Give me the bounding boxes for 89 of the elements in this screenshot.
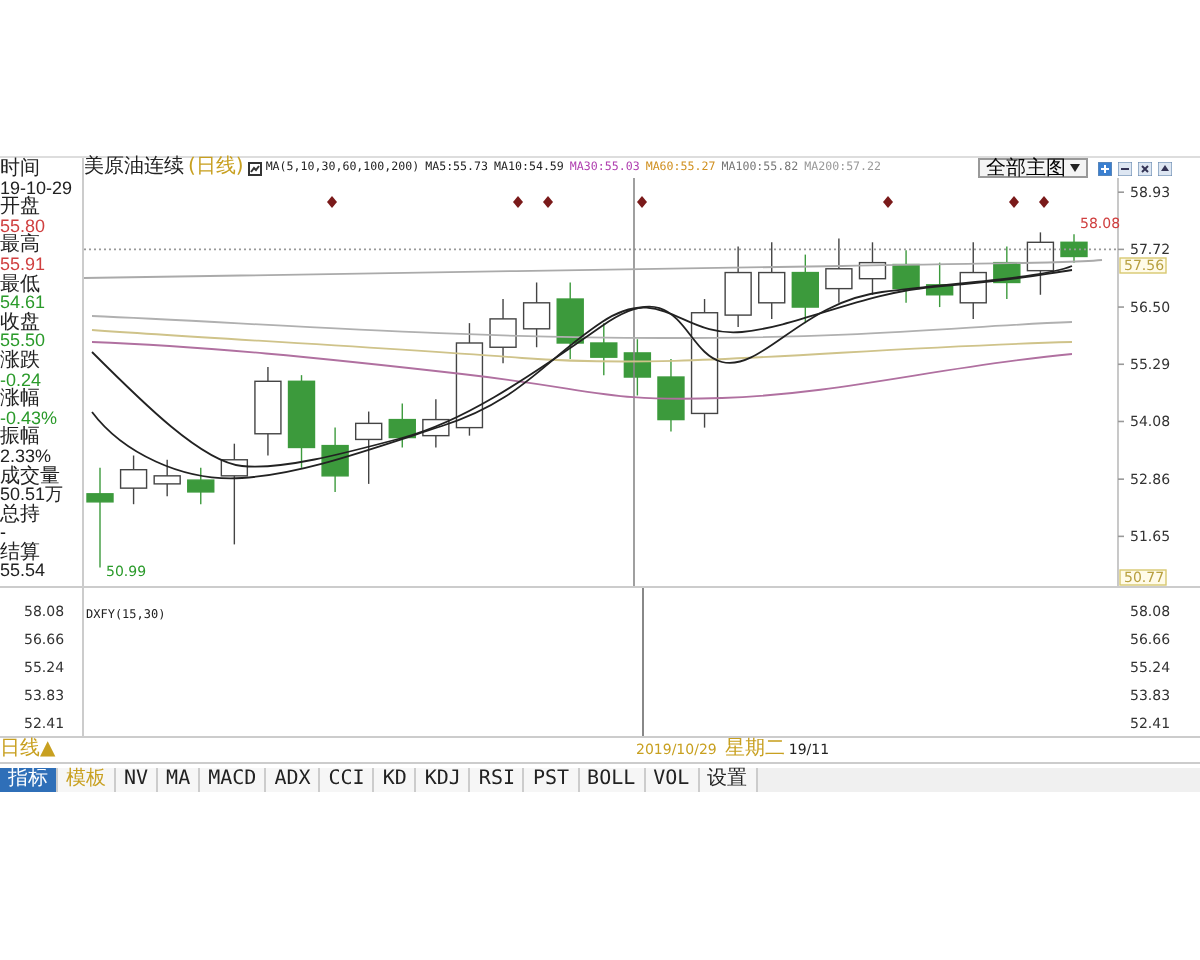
info-value: -0.24	[0, 371, 44, 390]
info-value: 55.91	[0, 255, 48, 274]
info-value: 50.51万	[0, 486, 66, 505]
chart-icon[interactable]	[247, 161, 262, 175]
close-icon[interactable]	[1138, 161, 1152, 175]
info-value: 55.54	[0, 562, 48, 583]
info-label: 振幅	[0, 428, 40, 448]
candlestick	[153, 459, 181, 497]
zoom-in-icon[interactable]	[1098, 161, 1112, 175]
candlestick	[355, 410, 383, 485]
candlestick	[455, 322, 484, 437]
info-label: 涨跌	[0, 351, 42, 372]
candlestick	[791, 253, 819, 324]
candlestick	[1060, 233, 1088, 264]
candlestick	[254, 366, 282, 457]
diamond-icon	[327, 196, 337, 208]
candlestick	[422, 398, 450, 449]
diamond-icon	[883, 196, 893, 208]
period-label: (日线)	[188, 158, 244, 178]
axis-tick	[1117, 191, 1125, 193]
info-label: 开盘	[0, 198, 40, 218]
theme-dropdown[interactable]: 全部主图	[978, 158, 1088, 178]
candlestick	[287, 374, 316, 469]
tab[interactable]: BOLL	[579, 768, 646, 792]
tab[interactable]: 指标	[0, 768, 58, 792]
candlestick	[892, 249, 920, 304]
candlestick	[825, 237, 853, 304]
info-value: 55.50	[0, 332, 48, 351]
info-value: 2.33%	[0, 447, 54, 466]
candlestick	[489, 298, 517, 365]
candlestick	[858, 241, 887, 296]
candlestick	[590, 322, 618, 376]
candlestick	[321, 426, 349, 493]
candlestick	[86, 467, 114, 569]
info-value: -0.43%	[0, 409, 60, 428]
info-label: 时间	[0, 160, 42, 180]
axis-tick	[1117, 420, 1125, 423]
axis-tick	[1117, 306, 1125, 308]
candlestick	[220, 443, 249, 546]
info-value: 19-10-29	[0, 179, 75, 198]
info-label: 涨幅	[0, 390, 42, 410]
info-value: -	[0, 524, 6, 543]
zoom-out-icon[interactable]	[1118, 161, 1132, 175]
info-label: 最低	[0, 275, 40, 295]
info-label: 总持	[0, 505, 42, 525]
diamond-icon	[513, 196, 523, 208]
caret-icon	[1070, 164, 1080, 172]
tab[interactable]: MA	[158, 768, 201, 792]
diamond-icon	[637, 196, 647, 208]
tab[interactable]: NV	[116, 768, 159, 792]
candlestick	[959, 241, 987, 320]
tab[interactable]: ADX	[266, 768, 321, 792]
axis-tick	[1117, 535, 1125, 538]
candlestick	[623, 338, 652, 397]
candlestick	[187, 467, 215, 505]
diamond-icon	[543, 196, 553, 208]
info-value: 54.61	[0, 294, 48, 313]
diamond-icon	[1009, 196, 1019, 208]
tab[interactable]: RSI	[470, 768, 525, 792]
candlestick	[522, 281, 551, 348]
candlestick	[657, 358, 685, 433]
info-label: 最高	[0, 236, 42, 256]
tab[interactable]: CCI	[320, 768, 375, 792]
candlestick	[690, 298, 719, 429]
instrument-name: 美原油连续	[84, 158, 184, 178]
tab[interactable]: MACD	[200, 768, 267, 792]
tab[interactable]: KD	[374, 768, 417, 792]
candlestick	[556, 281, 584, 360]
axis-tick	[1117, 363, 1125, 366]
tab[interactable]: PST	[524, 768, 580, 792]
axis-tick	[1117, 478, 1125, 480]
candlestick	[993, 245, 1021, 300]
tab[interactable]: KDJ	[416, 768, 471, 792]
info-label: 成交量	[0, 467, 60, 487]
candlestick	[388, 402, 416, 449]
info-label: 结算	[0, 543, 40, 563]
diamond-icon	[1039, 196, 1049, 208]
candlestick	[925, 261, 954, 308]
candlestick	[1026, 231, 1055, 296]
tab[interactable]: 设置	[699, 768, 758, 792]
weekday-label: 星期二	[724, 740, 785, 760]
candlestick	[119, 454, 148, 505]
info-label: 收盘	[0, 313, 40, 333]
candlestick	[724, 245, 752, 328]
candlestick	[758, 241, 786, 320]
axis-tick	[1117, 248, 1125, 251]
info-value: 55.80	[0, 217, 48, 236]
tab[interactable]: VOL	[645, 768, 700, 792]
arrow-up-icon[interactable]	[1158, 161, 1172, 175]
